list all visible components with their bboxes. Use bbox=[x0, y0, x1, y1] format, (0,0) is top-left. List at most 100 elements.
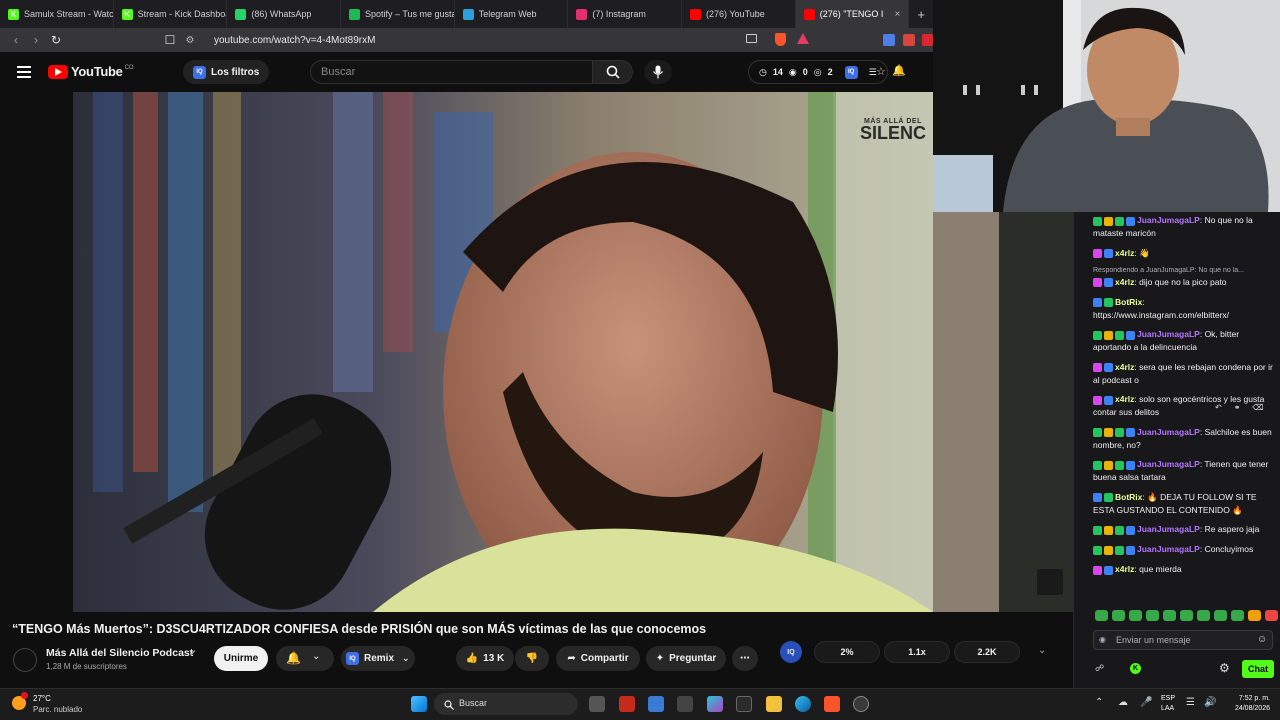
chevron-up-icon[interactable]: ⌃ bbox=[1095, 697, 1103, 708]
chat-username[interactable]: JuanJumagaLP bbox=[1137, 544, 1200, 554]
wifi-icon[interactable]: ☰ bbox=[1186, 697, 1195, 708]
chat-username[interactable]: JuanJumagaLP bbox=[1137, 329, 1200, 339]
volume-icon[interactable]: 🔊 bbox=[1204, 697, 1216, 708]
chat-username[interactable]: JuanJumagaLP bbox=[1137, 427, 1200, 437]
emote-icon[interactable] bbox=[1231, 610, 1244, 621]
reply-icon[interactable]: ↶ bbox=[1215, 403, 1222, 412]
emote-icon[interactable] bbox=[1197, 610, 1210, 621]
emote-icon[interactable] bbox=[1248, 610, 1261, 621]
voice-search-button[interactable] bbox=[644, 60, 672, 84]
more-options-button[interactable]: ⋯ bbox=[732, 646, 758, 671]
puzzle-extension-icon[interactable] bbox=[903, 34, 915, 46]
notification-bell-icon[interactable]: 🔔 bbox=[892, 64, 906, 77]
weather-condition[interactable]: Parc. nublado bbox=[33, 705, 82, 714]
reload-icon[interactable]: ↻ bbox=[46, 33, 66, 47]
iq-extension-button[interactable]: IQ bbox=[780, 641, 802, 663]
snipping-icon[interactable] bbox=[677, 696, 693, 712]
chat-message[interactable]: x4rlz: 👋 bbox=[1093, 247, 1273, 260]
chat-username[interactable]: x4rlz bbox=[1115, 564, 1134, 574]
pin-icon[interactable]: ⚭ bbox=[1234, 403, 1241, 412]
browser-tab[interactable]: (276) "TENGO I × bbox=[795, 0, 910, 28]
search-input[interactable]: Buscar bbox=[310, 60, 593, 84]
emote-icon[interactable] bbox=[1180, 610, 1193, 621]
star-extension-icon[interactable]: ☆ bbox=[876, 65, 886, 78]
browser-tab[interactable]: (86) WhatsApp bbox=[227, 0, 342, 28]
copilot-icon[interactable] bbox=[707, 696, 723, 712]
microphone-icon[interactable]: 🎤 bbox=[1140, 697, 1152, 708]
chat-message[interactable]: JuanJumagaLP: Tienen que tener buena sal… bbox=[1093, 458, 1273, 484]
chat-username[interactable]: JuanJumagaLP bbox=[1137, 215, 1200, 225]
chat-username[interactable]: BotRix bbox=[1115, 297, 1142, 307]
edge-icon[interactable] bbox=[795, 696, 811, 712]
site-settings-icon[interactable]: ⚙ bbox=[180, 35, 200, 46]
browser-tab[interactable]: (276) YouTube bbox=[682, 0, 796, 28]
chat-message[interactable]: JuanJumagaLP: Re aspero jaja bbox=[1093, 523, 1273, 536]
subscription-bell-button[interactable]: 🔔 ⌄ bbox=[276, 646, 334, 671]
chat-message[interactable]: BotRix: 🔥 DEJA TU FOLLOW SI TE ESTA GUST… bbox=[1093, 491, 1273, 517]
browser-tab[interactable]: (7) Instagram bbox=[568, 0, 683, 28]
browser-tab[interactable]: Spotify – Tus me gusta bbox=[341, 0, 455, 28]
brave-rewards-icon[interactable] bbox=[797, 33, 809, 44]
cast-icon[interactable] bbox=[746, 34, 757, 43]
chat-message[interactable]: JuanJumagaLP: No que no la mataste maric… bbox=[1093, 214, 1273, 240]
search-button[interactable] bbox=[593, 60, 633, 84]
weather-temperature[interactable]: 27°C bbox=[33, 694, 51, 703]
brave-icon[interactable] bbox=[824, 696, 840, 712]
brave-shield-icon[interactable] bbox=[775, 33, 786, 46]
store-icon[interactable] bbox=[648, 696, 664, 712]
chat-message[interactable]: JuanJumagaLP: Salchiloe es buen nombre, … bbox=[1093, 426, 1273, 452]
cloud-icon[interactable]: ☁ bbox=[1118, 697, 1128, 708]
translate-extension-icon[interactable] bbox=[883, 34, 895, 46]
chat-message[interactable]: x4rlz: que mierda bbox=[1093, 563, 1273, 576]
join-button[interactable]: Unirme bbox=[214, 646, 268, 671]
remix-button[interactable]: IQ Remix ⌄ bbox=[341, 646, 415, 671]
chat-username[interactable]: x4rlz bbox=[1115, 248, 1134, 258]
settings-gear-icon[interactable]: ⚙ bbox=[1219, 661, 1230, 675]
chat-message[interactable]: BotRix: https://www.instagram.com/elbitt… bbox=[1093, 296, 1273, 322]
forward-icon[interactable]: › bbox=[26, 33, 46, 47]
channel-name[interactable]: Más Allá del Silencio Podcast bbox=[46, 647, 193, 659]
language-code[interactable]: ESP bbox=[1161, 695, 1175, 702]
windows-start-icon[interactable] bbox=[411, 696, 427, 712]
chat-username[interactable]: BotRix bbox=[1115, 492, 1142, 502]
terminal-icon[interactable] bbox=[736, 696, 752, 712]
browser-tab[interactable]: K Stream - Kick Dashboa bbox=[114, 0, 228, 28]
chat-message-input[interactable]: Enviar un mensaje bbox=[1093, 630, 1273, 650]
extension-stats-pill[interactable]: ◷ 14 ◉ 0 ◎ 2 IQ ☰ bbox=[748, 60, 888, 84]
chat-scrollbar[interactable] bbox=[1073, 212, 1085, 688]
chat-message[interactable]: x4rlz: sera que les rebajan condena por … bbox=[1093, 361, 1273, 387]
users-link-icon[interactable]: ☍ bbox=[1095, 663, 1104, 674]
ask-button[interactable]: ✦ Preguntar bbox=[646, 646, 726, 671]
mega-extension-icon[interactable] bbox=[922, 34, 933, 46]
emote-icon[interactable] bbox=[1214, 610, 1227, 621]
clock-date[interactable]: 24/08/2026 bbox=[1218, 705, 1270, 712]
chat-message[interactable]: Respondiendo a JuanJumagaLP: No que no l… bbox=[1093, 267, 1273, 289]
youtube-logo[interactable]: YouTube CO bbox=[48, 64, 134, 79]
chat-username[interactable]: JuanJumagaLP bbox=[1137, 524, 1200, 534]
chat-username[interactable]: JuanJumagaLP bbox=[1137, 459, 1200, 469]
chat-message[interactable]: JuanJumagaLP: Concluyimos bbox=[1093, 543, 1273, 556]
hamburger-menu-icon[interactable] bbox=[17, 66, 31, 78]
emote-icon[interactable] bbox=[1112, 610, 1125, 621]
channel-avatar[interactable] bbox=[13, 648, 37, 672]
tab-close-icon[interactable]: × bbox=[895, 9, 901, 20]
back-icon[interactable]: ‹ bbox=[6, 33, 26, 47]
clock-time[interactable]: 7:52 p. m. bbox=[1230, 695, 1270, 702]
chat-username[interactable]: x4rlz bbox=[1115, 362, 1134, 372]
trash-icon[interactable]: ⌫ bbox=[1252, 403, 1263, 412]
browser-tab[interactable]: K Samulx Stream - Watch bbox=[0, 0, 114, 28]
power-app-icon[interactable] bbox=[619, 696, 635, 712]
taskbar-search[interactable]: Buscar bbox=[434, 693, 578, 715]
kick-logo-icon[interactable]: K bbox=[1130, 663, 1141, 674]
dislike-button[interactable]: 👎 bbox=[515, 646, 549, 671]
like-button[interactable]: 👍 13 K bbox=[456, 646, 514, 671]
emote-icon[interactable] bbox=[1163, 610, 1176, 621]
new-tab-icon[interactable]: + bbox=[909, 7, 933, 22]
file-explorer-icon[interactable] bbox=[766, 696, 782, 712]
filters-button[interactable]: IQ Los filtros bbox=[183, 60, 270, 84]
keyboard-layout[interactable]: LAA bbox=[1161, 705, 1174, 712]
browser-tab[interactable]: Telegram Web bbox=[455, 0, 569, 28]
chat-username[interactable]: x4rlz bbox=[1115, 394, 1134, 404]
task-view-icon[interactable] bbox=[589, 696, 605, 712]
chat-message[interactable]: JuanJumagaLP: Ok, bitter aportando a la … bbox=[1093, 328, 1273, 354]
